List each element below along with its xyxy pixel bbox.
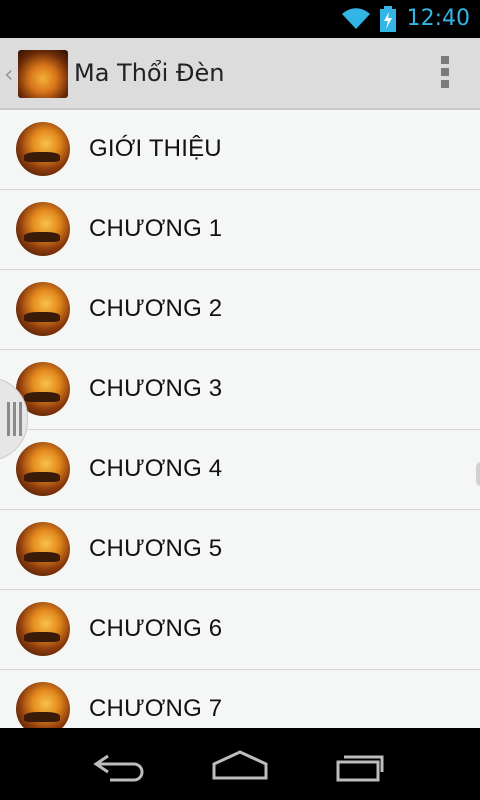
right-drawer-peek[interactable] [476,462,480,486]
list-item-label: CHƯƠNG 6 [89,615,223,642]
chapter-thumbnail [16,202,70,256]
app-title: Ma Thổi Đèn [74,59,225,87]
status-icons: 12:40 [341,5,470,33]
list-item-label: CHƯƠNG 2 [89,295,223,322]
list-item-chapter-7[interactable]: CHƯƠNG 7 [0,670,480,728]
list-item-label: CHƯƠNG 7 [89,695,223,722]
chapter-thumbnail [16,602,70,656]
action-bar: ‹ Ma Thổi Đèn [0,38,480,110]
back-icon[interactable] [90,748,150,782]
chapter-thumbnail [16,282,70,336]
chapter-thumbnail [16,122,70,176]
list-item-chapter-3[interactable]: CHƯƠNG 3 [0,350,480,430]
home-icon[interactable] [210,748,270,782]
list-item-chapter-6[interactable]: CHƯƠNG 6 [0,590,480,670]
list-item-chapter-1[interactable]: CHƯƠNG 1 [0,190,480,270]
list-item-label: CHƯƠNG 4 [89,455,223,482]
battery-charging-icon [379,6,396,32]
list-item-chapter-2[interactable]: CHƯƠNG 2 [0,270,480,350]
chapter-list: GIỚI THIỆU CHƯƠNG 1 CHƯƠNG 2 CHƯƠNG 3 CH… [0,110,480,728]
list-item-label: CHƯƠNG 1 [89,215,223,242]
wifi-icon [341,8,370,29]
navigation-bar [0,728,480,800]
status-bar: 12:40 [0,0,480,38]
list-item-chapter-5[interactable]: CHƯƠNG 5 [0,510,480,590]
up-caret-icon[interactable]: ‹ [4,60,14,88]
list-item-chapter-4[interactable]: CHƯƠNG 4 [0,430,480,510]
chapter-thumbnail [16,682,70,728]
recents-icon[interactable] [330,748,390,782]
status-clock: 12:40 [406,6,470,31]
list-item-label: CHƯƠNG 3 [89,375,223,402]
list-item-label: GIỚI THIỆU [89,135,222,162]
list-item-intro[interactable]: GIỚI THIỆU [0,110,480,190]
overflow-menu-icon[interactable] [440,56,450,92]
chapter-thumbnail [16,442,70,496]
chapter-thumbnail [16,522,70,576]
list-item-label: CHƯƠNG 5 [89,535,223,562]
book-cover-icon[interactable] [18,50,68,98]
